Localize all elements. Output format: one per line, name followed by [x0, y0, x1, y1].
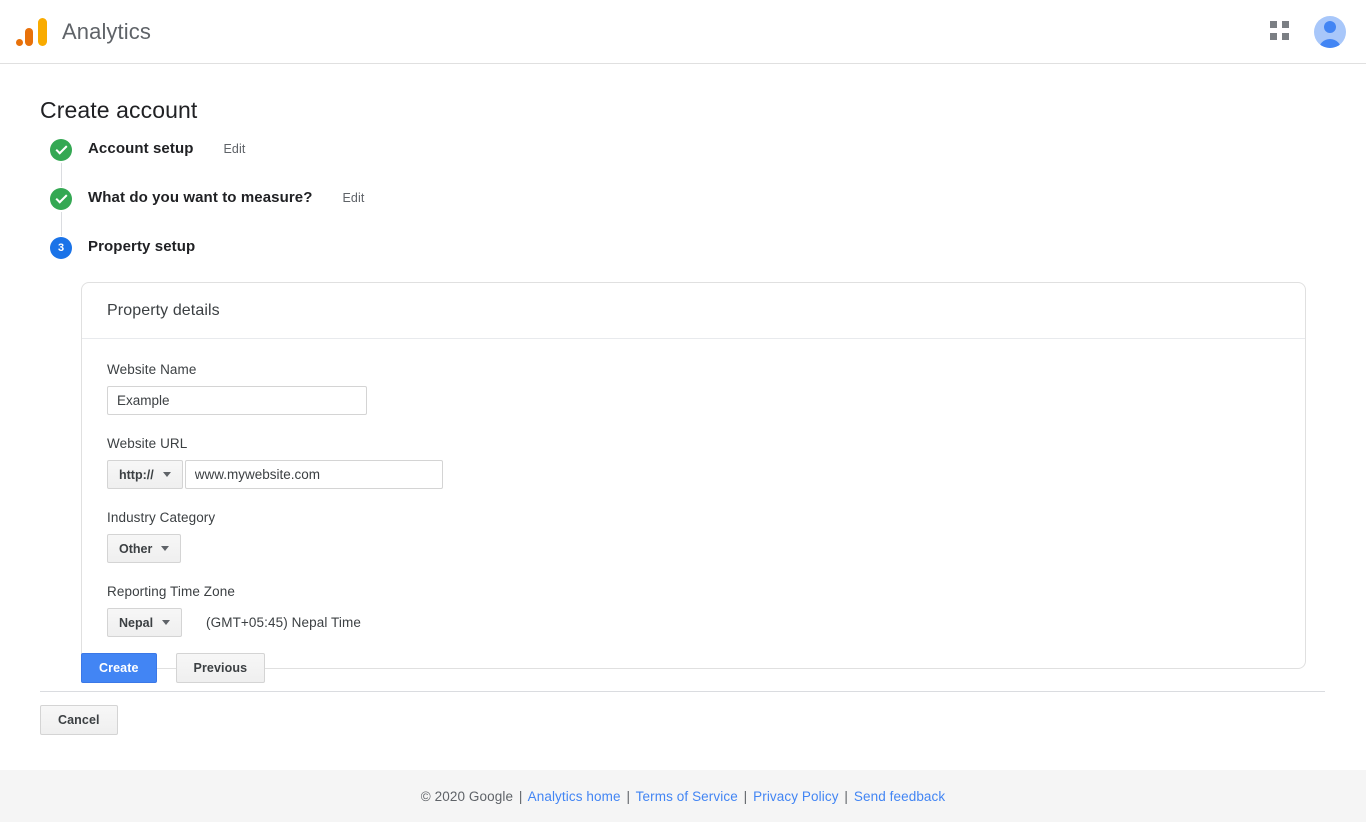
website-url-input[interactable]: [184, 460, 443, 489]
stepper-step-account-setup: Account setup Edit: [50, 139, 750, 188]
step-label: Property setup: [88, 238, 196, 255]
step-edit-link[interactable]: Edit: [223, 142, 245, 156]
chevron-down-icon: [162, 472, 171, 477]
step-label: What do you want to measure?: [88, 189, 313, 206]
step-label: Account setup: [88, 140, 194, 157]
field-website-url: Website URL http://: [107, 436, 1280, 489]
cancel-action-area: Cancel: [40, 705, 118, 735]
url-protocol-dropdown[interactable]: http://: [107, 460, 183, 489]
top-app-bar: Analytics: [0, 0, 1366, 64]
card-body: Website Name Website URL http:// Industr…: [82, 339, 1305, 668]
step-connector-line: [60, 212, 62, 236]
stepper-step-property-setup: 3 Property setup: [50, 237, 750, 286]
reporting-time-zone-label: Reporting Time Zone: [107, 584, 235, 599]
footer-copyright: © 2020 Google: [420, 788, 514, 804]
footer-separator: |: [518, 788, 523, 804]
reporting-time-zone-value: Nepal: [119, 615, 154, 630]
footer-separator: |: [844, 788, 849, 804]
chevron-down-icon: [162, 620, 171, 625]
footer-separator: |: [743, 788, 748, 804]
step-connector-line: [60, 163, 62, 187]
page-footer: © 2020 Google | Analytics home | Terms o…: [0, 770, 1366, 822]
step-complete-check-icon: [50, 188, 72, 210]
google-analytics-logo-icon: [14, 15, 48, 49]
step-complete-check-icon: [50, 139, 72, 161]
industry-category-dropdown[interactable]: Other: [107, 534, 182, 563]
user-avatar-icon[interactable]: [1314, 15, 1346, 48]
card-header: Property details: [82, 283, 1305, 339]
footer-link-privacy-policy[interactable]: Privacy Policy: [753, 789, 838, 804]
property-details-card: Property details Website Name Website UR…: [81, 282, 1306, 669]
step-number: 3: [57, 241, 65, 254]
website-name-input[interactable]: [107, 386, 367, 415]
website-url-label: Website URL: [107, 436, 188, 451]
industry-category-value: Other: [119, 541, 153, 556]
form-actions: Create Previous: [81, 653, 266, 683]
create-account-stepper: Account setup Edit What do you want to m…: [50, 139, 750, 286]
footer-link-analytics-home[interactable]: Analytics home: [528, 789, 621, 804]
brand-area[interactable]: Analytics: [14, 0, 151, 63]
product-name: Analytics: [62, 18, 151, 44]
field-reporting-time-zone: Reporting Time Zone Nepal (GMT+05:45) Ne…: [107, 584, 1280, 637]
footer-link-send-feedback[interactable]: Send feedback: [854, 789, 945, 804]
page-title: Create account: [40, 97, 198, 123]
website-name-label: Website Name: [107, 362, 197, 377]
chevron-down-icon: [161, 546, 170, 551]
previous-button[interactable]: Previous: [175, 653, 266, 683]
field-website-name: Website Name: [107, 362, 1280, 415]
step-number-badge: 3: [50, 237, 72, 259]
footer-separator: |: [626, 788, 631, 804]
field-industry-category: Industry Category Other: [107, 510, 1280, 563]
section-divider: [40, 691, 1325, 692]
stepper-step-what-to-measure: What do you want to measure? Edit: [50, 188, 750, 237]
create-button[interactable]: Create: [81, 653, 157, 683]
page-content: Create account Account setup Edit What d…: [0, 64, 1366, 770]
cancel-button[interactable]: Cancel: [40, 705, 118, 735]
reporting-time-zone-dropdown[interactable]: Nepal: [107, 608, 183, 637]
url-protocol-value: http://: [119, 467, 154, 482]
step-edit-link[interactable]: Edit: [342, 191, 364, 205]
reporting-time-zone-detail: (GMT+05:45) Nepal Time: [206, 615, 361, 630]
footer-link-terms-of-service[interactable]: Terms of Service: [636, 789, 738, 804]
apps-grid-icon[interactable]: [1270, 20, 1292, 43]
footer-links: © 2020 Google | Analytics home | Terms o…: [421, 789, 946, 804]
card-title: Property details: [107, 301, 220, 319]
top-bar-right-actions: [1270, 0, 1346, 63]
industry-category-label: Industry Category: [107, 510, 216, 525]
